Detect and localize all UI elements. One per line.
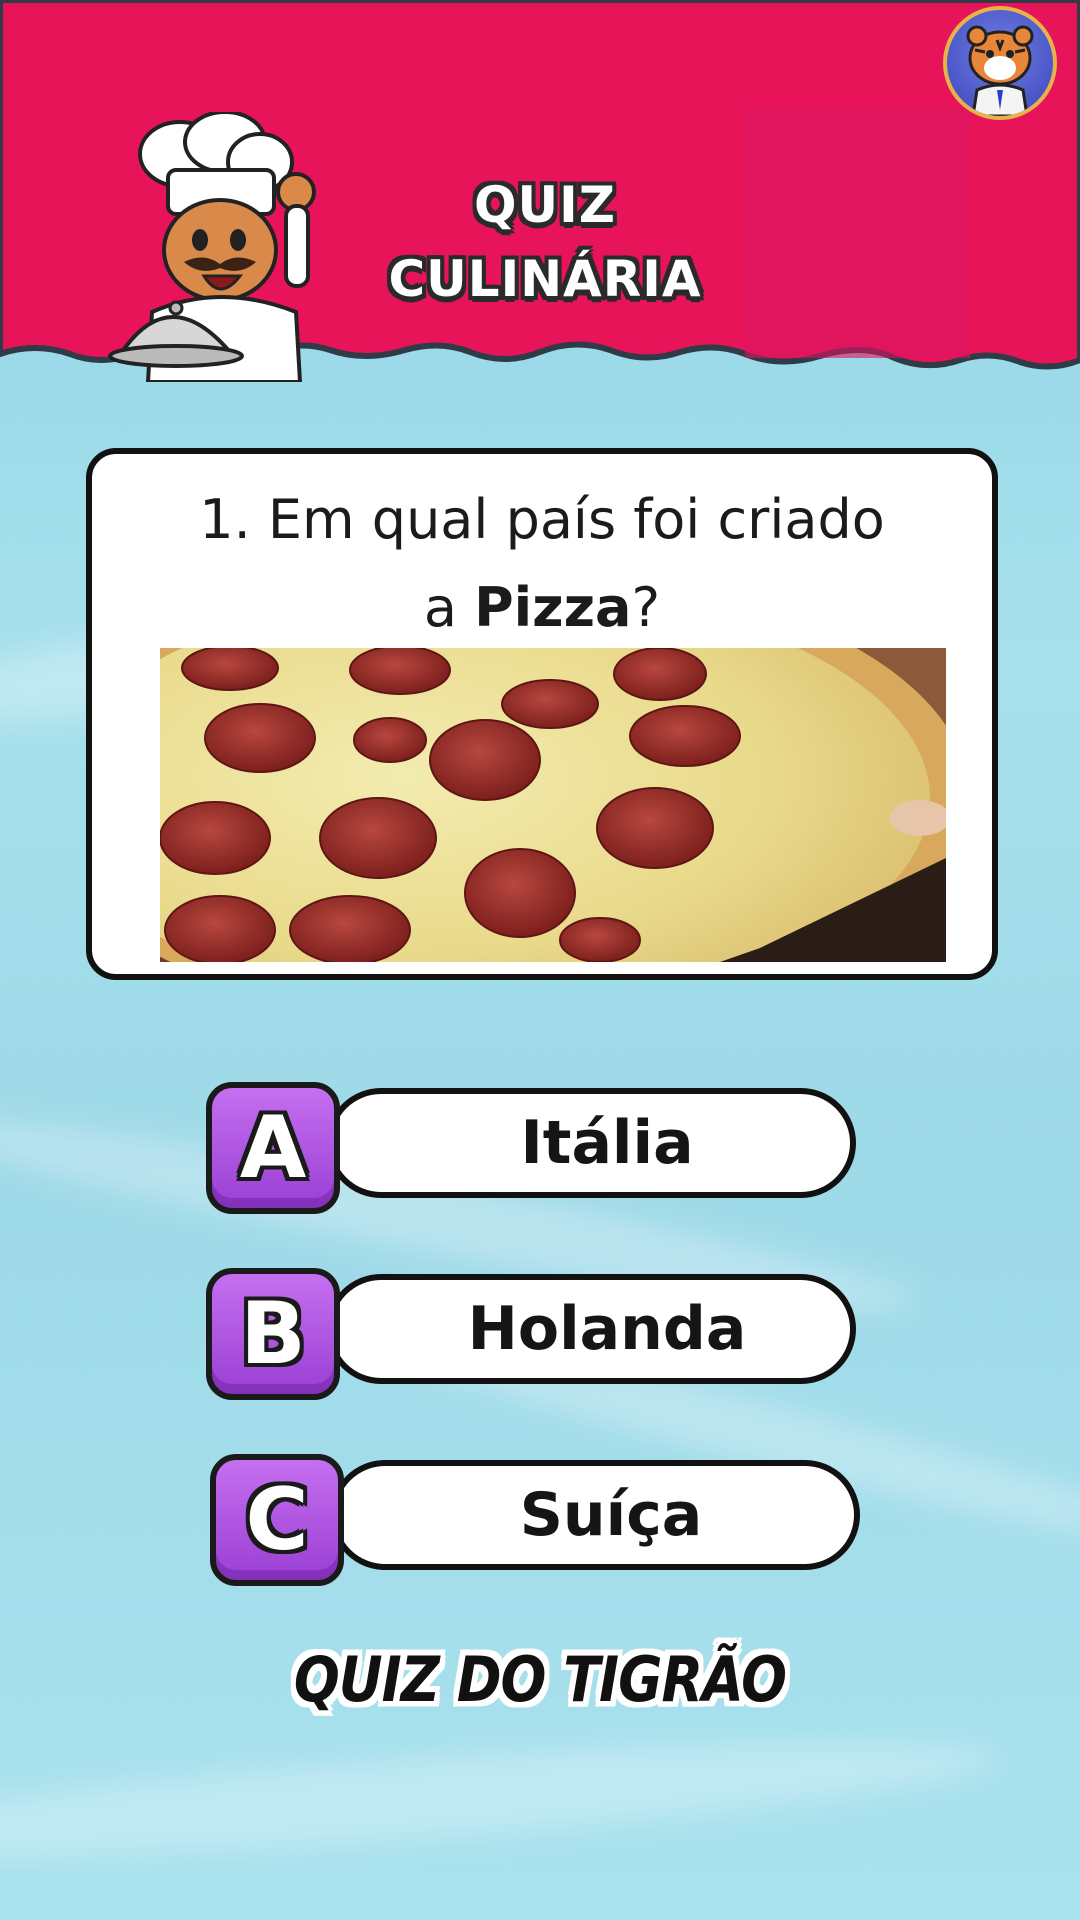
option-b-badge[interactable]: B [206,1268,340,1400]
question-highlight: Pizza [474,576,632,639]
option-a-pill[interactable]: Itália [326,1088,856,1198]
tiger-logo-icon[interactable] [943,6,1057,120]
option-a-button[interactable]: Itália A [206,1082,856,1214]
brand-watermark: QUIZ DO TIGRÃO [293,1643,787,1716]
option-c-button[interactable]: Suíça C [210,1454,860,1586]
option-a-badge[interactable]: A [206,1082,340,1214]
quiz-title: QUIZ CULINÁRIA [340,168,750,316]
option-a-label: Itália [520,1108,694,1178]
option-b-button[interactable]: Holanda B [206,1268,856,1400]
option-b-letter: B [240,1284,306,1384]
option-c-badge[interactable]: C [210,1454,344,1586]
question-card: 1. Em qual país foi criado a Pizza? [86,448,998,980]
option-b-pill[interactable]: Holanda [326,1274,856,1384]
pepperoni-pizza-photo [160,648,946,962]
question-mark: ? [631,576,661,639]
header-banner: QUIZ CULINÁRIA [0,0,1080,400]
option-a-letter: A [239,1098,307,1198]
question-line-1: 1. Em qual país foi criado [199,488,885,551]
chef-mascot-icon [100,112,330,382]
background-streak [0,1718,1002,1882]
title-line-2: CULINÁRIA [388,250,702,308]
option-b-label: Holanda [467,1294,747,1364]
option-c-pill[interactable]: Suíça [330,1460,860,1570]
title-line-1: QUIZ [474,176,616,234]
option-c-letter: C [245,1470,309,1570]
question-text: 1. Em qual país foi criado a Pizza? [92,476,992,652]
question-line-2: a Pizza? [92,564,992,652]
option-c-label: Suíça [519,1480,703,1550]
question-article: a [423,576,475,639]
